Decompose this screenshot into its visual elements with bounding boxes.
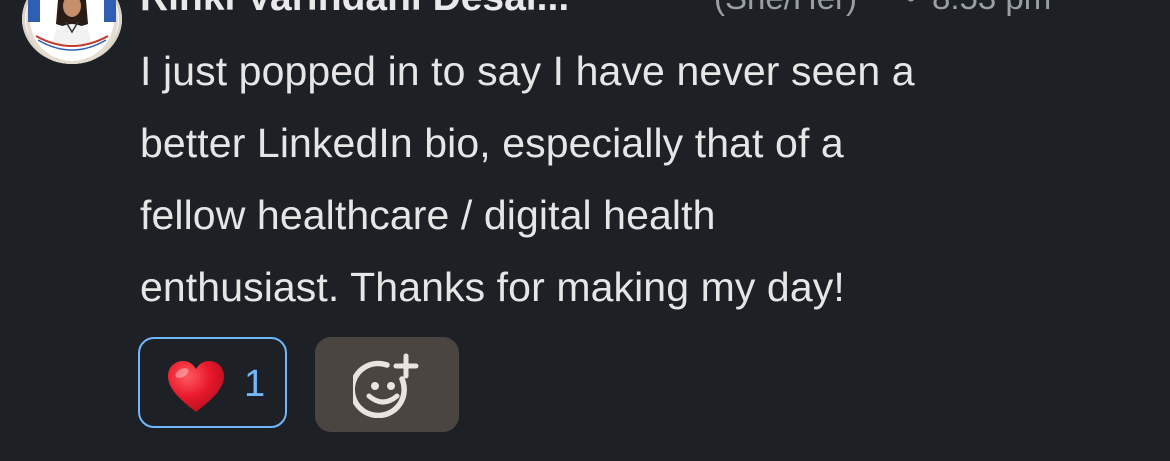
author-avatar[interactable] [22, 0, 122, 64]
comment-line: fellow healthcare / digital health [140, 192, 716, 238]
comment-timestamp: 8:53 pm [932, 0, 1051, 18]
comment-thread: Rinki Varindani Desai... (She/Her) • 8:5… [0, 0, 1170, 461]
add-reaction-icon [353, 353, 419, 418]
heart-reaction-count: 1 [244, 363, 266, 405]
heart-reaction-button[interactable]: 1 [138, 337, 287, 428]
author-pronouns: (She/Her) [714, 0, 857, 18]
heart-icon [168, 361, 224, 412]
comment-line: I just popped in to say I have never see… [140, 48, 915, 94]
author-name[interactable]: Rinki Varindani Desai... [140, 0, 569, 18]
comment-header: Rinki Varindani Desai... (She/Her) • 8:5… [140, 0, 1140, 18]
separator-dot: • [906, 0, 916, 18]
comment-text: I just popped in to say I have never see… [140, 35, 1100, 323]
comment-line: better LinkedIn bio, especially that of … [140, 120, 844, 166]
add-reaction-button[interactable] [315, 337, 459, 432]
profile-photo-icon [26, 0, 118, 64]
comment-line: enthusiast. Thanks for making my day! [140, 264, 845, 310]
